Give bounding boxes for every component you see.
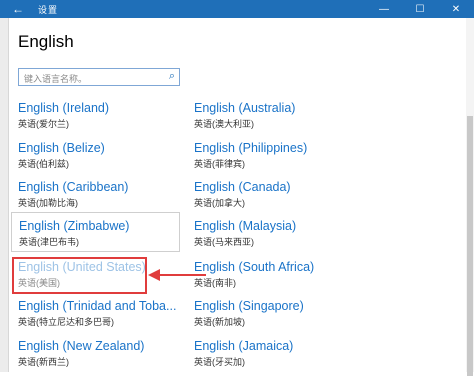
language-native-name: 英语(新西兰) [18,357,69,367]
background-window-edge [0,18,9,372]
window-title: 设置 [38,5,59,15]
scrollbar-track[interactable] [466,18,474,376]
language-name: English (Singapore) [194,299,304,313]
language-item-english-malaysia[interactable]: English (Malaysia) 英语(马来西亚) [194,217,359,255]
highlight-annotation-box [12,257,147,294]
language-item-english-belize[interactable]: English (Belize) 英语(伯利兹) [18,139,183,177]
language-name: English (Ireland) [18,101,110,115]
language-native-name: 英语(津巴布韦) [19,237,79,247]
language-item-english-jamaica[interactable]: English (Jamaica) 英语(牙买加) [194,337,359,375]
language-native-name: 英语(牙买加) [194,357,245,367]
language-item-english-south-africa[interactable]: English (South Africa) 英语(南非) [194,258,359,296]
language-name: English (Trinidad and Toba... [18,299,177,313]
language-native-name: 英语(马来西亚) [194,237,254,247]
search-placeholder: 键入语言名称。 [24,74,88,84]
search-icon[interactable]: ⌕ [169,70,175,83]
language-item-english-philippines[interactable]: English (Philippines) 英语(菲律宾) [194,139,359,177]
language-item-english-singapore[interactable]: English (Singapore) 英语(新加坡) [194,297,359,335]
language-search-input[interactable]: 键入语言名称。 ⌕ [18,68,180,86]
language-name: English (Belize) [18,141,105,155]
back-arrow-icon[interactable]: ← [0,0,36,18]
title-bar: ← 设置 — ☐ ✕ [0,0,474,18]
language-native-name: 英语(伯利兹) [18,159,69,169]
language-name: English (Canada) [194,180,291,194]
language-item-english-new-zealand[interactable]: English (New Zealand) 英语(新西兰) [18,337,183,375]
language-native-name: 英语(加勒比海) [18,198,78,208]
language-item-english-ireland[interactable]: English (Ireland) 英语(爱尔兰) [18,99,183,137]
language-name: English (Australia) [194,101,296,115]
minimize-icon[interactable]: — [366,0,402,18]
scrollbar-thumb[interactable] [467,116,473,376]
language-native-name: 英语(澳大利亚) [194,119,254,129]
language-native-name: 英语(南非) [194,278,236,288]
language-item-english-australia[interactable]: English (Australia) 英语(澳大利亚) [194,99,359,137]
language-name: English (Malaysia) [194,219,297,233]
language-native-name: 英语(菲律宾) [194,159,245,169]
language-name: English (Jamaica) [194,339,294,353]
annotation-arrow-icon [148,269,206,281]
language-name: English (South Africa) [194,260,315,274]
language-item-english-zimbabwe[interactable]: English (Zimbabwe) 英语(津巴布韦) [11,212,180,252]
close-icon[interactable]: ✕ [438,0,474,18]
language-native-name: 英语(爱尔兰) [18,119,69,129]
language-name: English (New Zealand) [18,339,145,353]
language-name: English (Caribbean) [18,180,129,194]
language-item-english-canada[interactable]: English (Canada) 英语(加拿大) [194,178,359,216]
language-native-name: 英语(加拿大) [194,198,245,208]
page-title: English [18,32,74,51]
language-native-name: 英语(特立尼达和多巴哥) [18,317,114,327]
maximize-icon[interactable]: ☐ [402,0,438,18]
language-native-name: 英语(新加坡) [194,317,245,327]
language-item-english-trinidad-and-tobago[interactable]: English (Trinidad and Toba... 英语(特立尼达和多巴… [18,297,183,335]
language-item-english-caribbean[interactable]: English (Caribbean) 英语(加勒比海) [18,178,183,216]
language-name: English (Philippines) [194,141,308,155]
language-name: English (Zimbabwe) [19,219,130,233]
